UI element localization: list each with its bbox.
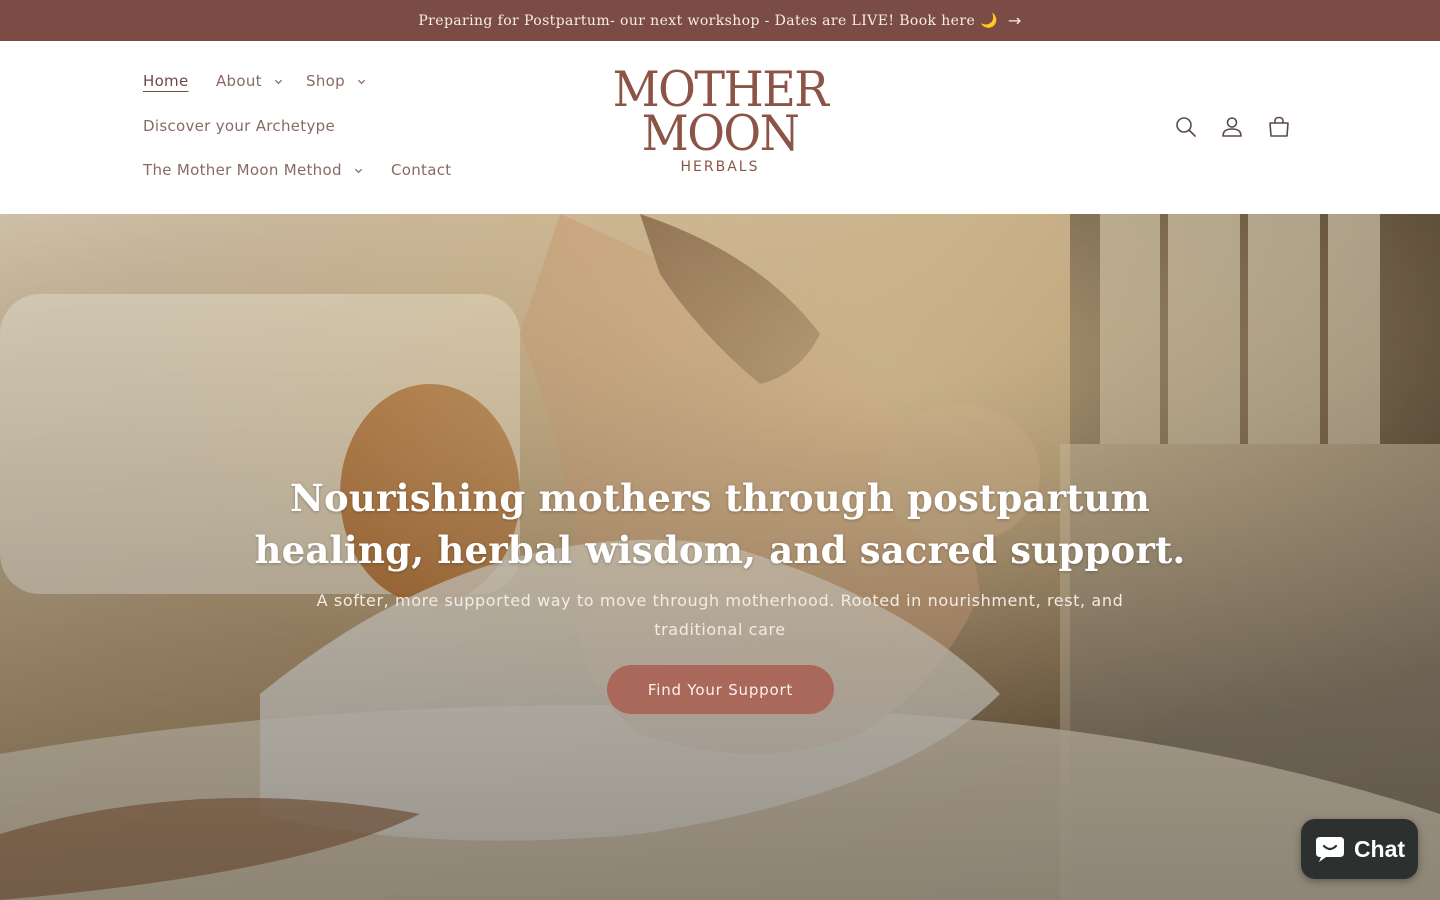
arrow-right-icon[interactable]: → xyxy=(1008,12,1022,29)
nav-archetype-label: Discover your Archetype xyxy=(143,117,335,135)
account-icon[interactable] xyxy=(1219,114,1245,140)
site-header: Home About Shop Discover your Archetype … xyxy=(0,41,1440,214)
nav-contact[interactable]: Contact xyxy=(391,161,451,179)
nav-method-label: The Mother Moon Method xyxy=(143,161,342,179)
hero-subtitle: A softer, more supported way to move thr… xyxy=(316,591,1124,639)
nav-about-label: About xyxy=(216,72,262,90)
nav-contact-label: Contact xyxy=(391,161,452,179)
chat-button[interactable]: Chat xyxy=(1301,819,1418,879)
announcement-text[interactable]: Preparing for Postpartum- our next works… xyxy=(418,13,998,29)
nav-shop-label: Shop xyxy=(306,72,345,90)
hero-title: Nourishing mothers through postpartum he… xyxy=(254,476,1186,572)
nav-shop[interactable]: Shop xyxy=(306,72,366,90)
logo-line-3: HERBALS xyxy=(680,159,760,175)
nav-home-label: Home xyxy=(143,72,189,90)
chat-bubble-icon xyxy=(1315,837,1344,862)
nav-home[interactable]: Home xyxy=(143,72,189,90)
announcement-bar[interactable]: Preparing for Postpartum- our next works… xyxy=(0,0,1440,41)
chevron-down-icon xyxy=(274,79,282,84)
find-your-support-button[interactable]: Find Your Support xyxy=(607,665,834,714)
nav-about[interactable]: About xyxy=(216,72,283,90)
hero-banner: Nourishing mothers through postpartum he… xyxy=(0,214,1440,900)
logo-line-2: MOON xyxy=(641,104,800,162)
site-logo[interactable]: MOTHER MOON HERBALS xyxy=(600,65,840,175)
search-icon[interactable] xyxy=(1173,114,1199,140)
nav-method[interactable]: The Mother Moon Method xyxy=(143,161,363,179)
chevron-down-icon xyxy=(354,168,362,173)
nav-archetype[interactable]: Discover your Archetype xyxy=(143,117,335,135)
chevron-down-icon xyxy=(357,79,366,84)
chat-label: Chat xyxy=(1353,835,1406,862)
cart-icon[interactable] xyxy=(1266,114,1292,140)
